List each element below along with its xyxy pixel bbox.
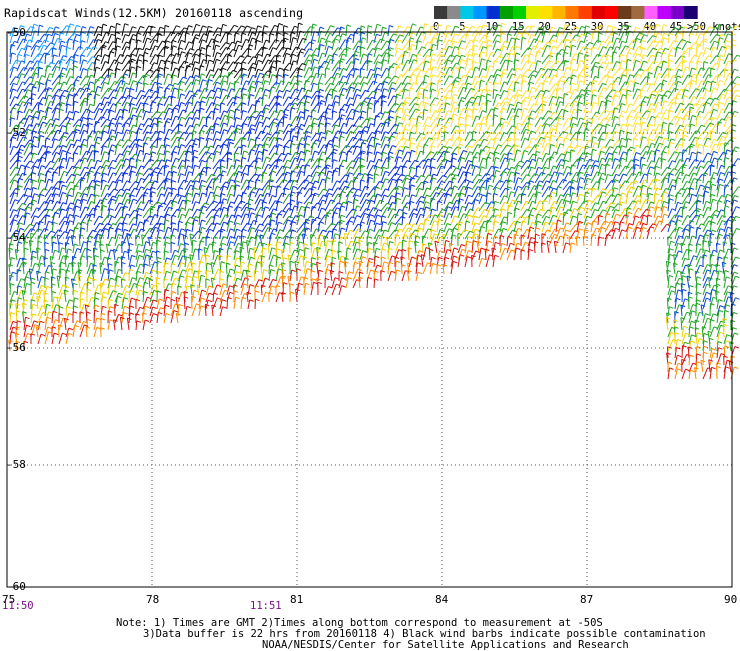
lon-label-90: 90 <box>724 593 737 606</box>
lat-label-52: -52 <box>6 126 26 139</box>
map-frame <box>7 32 732 587</box>
lat-label-50: -50 <box>6 26 26 39</box>
lon-label-78: 78 <box>146 593 159 606</box>
lat-label-54: -54 <box>6 231 26 244</box>
wind-barb-swath <box>9 23 740 379</box>
note-line-3: NOAA/NESDIS/Center for Satellite Applica… <box>262 639 629 651</box>
lat-lon-grid <box>7 32 732 587</box>
lat-label-60: -60 <box>6 580 26 593</box>
lat-label-56: -56 <box>6 341 26 354</box>
time-label-middle: 11:51 <box>250 600 282 612</box>
lat-label-58: -58 <box>6 458 26 471</box>
time-label-start: 11:50 <box>2 600 34 612</box>
wind-map <box>0 0 740 650</box>
lon-label-81: 81 <box>290 593 303 606</box>
lon-label-84: 84 <box>435 593 448 606</box>
lon-label-87: 87 <box>580 593 593 606</box>
